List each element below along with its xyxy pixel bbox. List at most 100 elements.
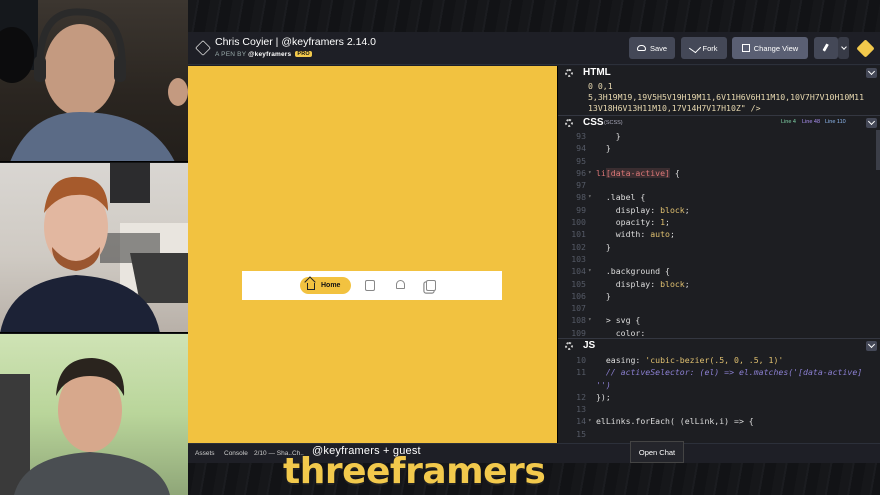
code-token: [data-active] <box>605 167 670 178</box>
pen-byline: A PEN BY @keyframers PRO <box>215 51 312 58</box>
change-view-button[interactable]: Change View <box>732 37 808 59</box>
css-scrollbar[interactable] <box>876 130 880 170</box>
nav-home-label: Home <box>321 282 341 289</box>
code-line: 100 opacity: 1; <box>558 216 880 228</box>
bell-icon[interactable] <box>396 280 405 289</box>
gear-icon[interactable] <box>565 69 573 77</box>
code-text: display: block; <box>596 278 690 290</box>
demo-nav-bar: Home <box>242 271 502 300</box>
code-token: 'cubic-bezier(.5, 0, .5, 1)' <box>645 355 784 365</box>
code-line: 108 ▾ > svg { <box>558 314 880 326</box>
line-number: 14 <box>576 416 586 427</box>
pin-button[interactable] <box>814 37 838 59</box>
line-number: 102 <box>571 241 586 252</box>
html-code-area[interactable]: 0 0,1 5,3H19M19,19V5H5V19H19M11,6V11H6V6… <box>558 81 880 112</box>
fold-toggle-icon[interactable]: ▾ <box>588 314 592 326</box>
fold-toggle-icon[interactable]: ▾ <box>588 265 592 277</box>
code-line: 93 } <box>558 130 880 142</box>
line-number: 96 <box>576 167 586 178</box>
html-panel-title: HTML <box>583 67 611 78</box>
code-line: 102 } <box>558 241 880 253</box>
result-preview[interactable]: Home <box>188 66 557 443</box>
line-number: 103 <box>571 253 586 264</box>
code-text: // activeSelector: (el) => el.matches('[… <box>596 366 862 378</box>
code-line: 13 <box>558 403 880 415</box>
line-number: 98 <box>576 192 586 203</box>
line-number: 11 <box>576 367 586 378</box>
code-line: 97 <box>558 179 880 191</box>
line-number: 105 <box>571 278 586 289</box>
codepen-menu-button[interactable] <box>854 37 876 59</box>
css-panel-header[interactable]: CSS (SCSS) Line 4 Line 48 Line 110 <box>558 115 880 130</box>
line-number: 100 <box>571 217 586 228</box>
home-icon <box>307 283 315 290</box>
assets-button[interactable]: Assets <box>195 450 215 457</box>
open-chat-button[interactable]: Open Chat <box>630 441 684 463</box>
line-number: 95 <box>576 155 586 166</box>
code-text: '') <box>596 379 611 391</box>
nav-home-item[interactable]: Home <box>300 277 351 294</box>
webcam-feed-host <box>0 0 188 162</box>
css-panel-dropdown-button[interactable] <box>866 118 877 128</box>
code-text: width: auto; <box>596 228 675 240</box>
gear-icon[interactable] <box>565 119 573 127</box>
code-token: ; <box>684 204 690 215</box>
gallery-icon[interactable] <box>426 280 436 291</box>
fork-icon <box>688 42 701 54</box>
css-preprocessor-label: (SCSS) <box>604 120 623 126</box>
js-panel-title: JS <box>583 340 596 351</box>
code-token: ; <box>684 278 690 289</box>
line-number: 13 <box>576 404 586 415</box>
fork-button[interactable]: Fork <box>681 37 727 59</box>
line-number: 93 <box>576 131 586 141</box>
css-code-area[interactable]: 93 } 94 } 95 96 ▾ li[data-active] {97 98 ▾ .lab… <box>558 130 880 338</box>
css-line-stat: Line 110 <box>825 119 846 125</box>
code-token: .background { <box>596 266 670 277</box>
line-number: 97 <box>576 180 586 191</box>
code-token: // activeSelector: (el) => el.matches('[… <box>596 367 863 378</box>
byline-prefix: A PEN BY <box>215 51 247 58</box>
code-line: 103 <box>558 253 880 265</box>
pen-title[interactable]: Chris Coyier | @keyframers 2.14.0 <box>215 36 376 48</box>
console-button[interactable]: Console <box>224 450 248 457</box>
code-text: }); <box>596 391 611 403</box>
code-token: }); <box>596 391 611 402</box>
code-token: ; <box>669 229 675 240</box>
code-token: easing: <box>596 355 646 365</box>
gear-icon[interactable] <box>565 342 573 350</box>
author-link[interactable]: @keyframers <box>248 51 291 58</box>
line-number: 104 <box>571 266 586 277</box>
code-token: display: <box>596 204 661 215</box>
html-panel-header[interactable]: HTML <box>558 66 880 81</box>
code-token: elLinks.forEach( (elLink,i) => { <box>596 416 754 427</box>
fold-toggle-icon[interactable]: ▾ <box>588 167 592 179</box>
codepen-logo-icon[interactable] <box>195 40 211 56</box>
webcam-feed-guest <box>0 163 188 333</box>
pin-dropdown-button[interactable] <box>838 37 849 59</box>
code-line: 107 <box>558 302 880 314</box>
fold-toggle-icon[interactable]: ▾ <box>588 191 592 203</box>
save-button[interactable]: Save <box>629 37 675 59</box>
layout-icon <box>741 44 750 52</box>
code-token: } <box>596 131 621 141</box>
webcam-feed-cohost <box>0 334 188 495</box>
code-text: color: <box>596 327 650 338</box>
code-line: 105 display: block; <box>558 278 880 290</box>
diamond-logo-icon <box>855 38 875 58</box>
image-icon[interactable] <box>365 280 375 291</box>
js-code-area[interactable]: 10 easing: 'cubic-bezier(.5, 0, .5, 1)' 1… <box>558 354 880 443</box>
line-number: 15 <box>576 428 586 439</box>
css-line-stat: Line 48 <box>802 119 821 125</box>
html-code-line: 0 0,1 <box>588 81 613 91</box>
line-number: 101 <box>571 229 586 240</box>
code-token: { <box>669 167 680 178</box>
js-panel-header[interactable]: JS <box>558 338 880 353</box>
code-token: } <box>596 143 611 154</box>
js-panel-dropdown-button[interactable] <box>866 341 877 351</box>
code-text: } <box>596 142 611 154</box>
code-text: > svg { <box>596 314 641 326</box>
person-silhouette-1 <box>0 0 188 162</box>
line-number: 10 <box>576 355 586 365</box>
html-panel-dropdown-button[interactable] <box>866 68 877 78</box>
fold-toggle-icon[interactable]: ▾ <box>588 415 592 427</box>
